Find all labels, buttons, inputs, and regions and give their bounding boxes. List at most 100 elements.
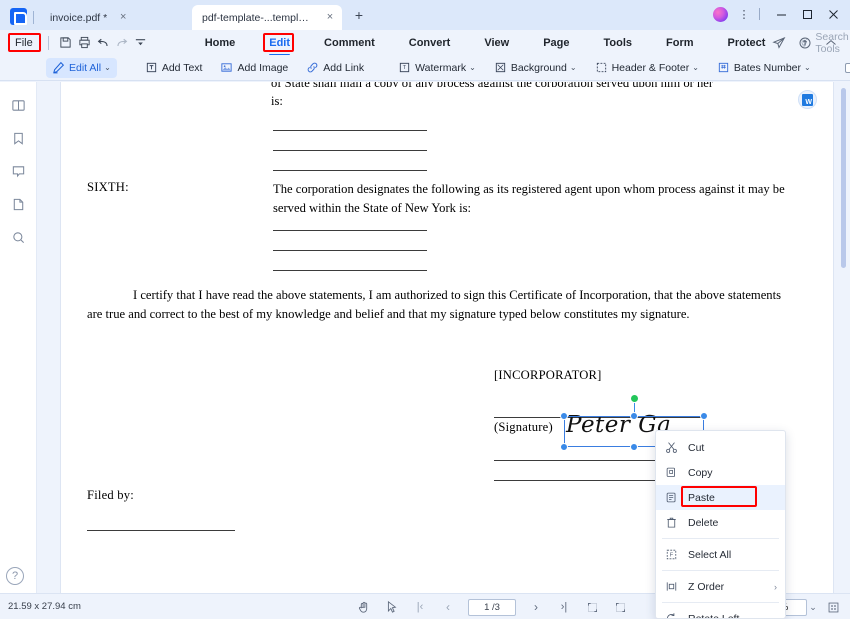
watermark-label: Watermark [415, 61, 467, 74]
fullscreen-icon[interactable] [822, 596, 844, 618]
resize-handle-bottom-left[interactable] [560, 443, 568, 451]
more-options-icon[interactable]: ⋮ [737, 8, 751, 21]
thumbnails-panel-icon[interactable] [5, 92, 31, 118]
bates-number-button[interactable]: Bates Number ⌄ [711, 58, 817, 78]
paste-icon [662, 490, 680, 506]
chevron-down-icon: ⌄ [692, 63, 699, 72]
user-avatar[interactable] [713, 6, 728, 22]
resize-handle-bottom-center[interactable] [630, 443, 638, 451]
rotate-left-icon [662, 611, 680, 618]
menu-bar: File Home Edit Comment Convert View Page… [0, 30, 850, 56]
tab-page[interactable]: Page [543, 34, 569, 52]
resize-handle-top-right[interactable] [700, 412, 708, 420]
tab-view[interactable]: View [484, 34, 509, 52]
background-button[interactable]: Background ⌄ [488, 58, 583, 78]
context-menu-item-rotate-left[interactable]: Rotate Left [656, 606, 785, 618]
document-label-filed-by: Filed by: [87, 488, 134, 502]
close-tab-icon[interactable]: × [324, 12, 336, 23]
header-footer-button[interactable]: Header & Footer ⌄ [589, 58, 705, 78]
comment-panel-icon[interactable] [5, 158, 31, 184]
maximize-button[interactable] [794, 1, 820, 27]
document-tab-label: pdf-template-...template.pdf * [202, 11, 314, 24]
context-menu-item-z-order[interactable]: Z Order › [656, 574, 785, 599]
document-text-clipped: of State shall mail a copy of any proces… [61, 82, 833, 87]
delete-icon [662, 515, 680, 531]
bates-number-label: Bates Number [733, 61, 802, 74]
rotate-handle[interactable] [630, 394, 639, 403]
context-menu-label: Delete [688, 516, 719, 529]
file-menu-button[interactable]: File [8, 36, 40, 50]
zoom-caret-icon[interactable]: ⌄ [807, 596, 819, 618]
close-tab-icon[interactable]: × [117, 12, 129, 23]
add-link-button[interactable]: Add Link [300, 58, 370, 78]
bates-number-icon [717, 61, 730, 74]
header-footer-icon [595, 61, 608, 74]
context-menu[interactable]: Cut Copy Paste Delete F Select All Z Ord… [655, 430, 786, 619]
add-link-icon [306, 61, 319, 74]
save-icon[interactable] [58, 32, 73, 54]
resize-handle-top-center[interactable] [630, 412, 638, 420]
collapse-ribbon-icon[interactable] [820, 32, 842, 54]
blank-line [87, 530, 235, 531]
customize-toolbar-icon[interactable] [133, 32, 148, 54]
cut-icon [662, 440, 680, 456]
next-page-button[interactable]: › [525, 596, 547, 618]
tab-protect[interactable]: Protect [728, 34, 766, 52]
undo-icon[interactable] [96, 32, 111, 54]
tab-home[interactable]: Home [205, 34, 236, 52]
document-label-signature: (Signature) [494, 420, 553, 434]
last-page-button[interactable]: ›| [553, 596, 575, 618]
left-sidebar: ? [0, 82, 37, 593]
tab-form[interactable]: Form [666, 34, 694, 52]
application-window: invoice.pdf * × pdf-template-...template… [0, 0, 850, 619]
context-menu-item-cut[interactable]: Cut [656, 435, 785, 460]
document-text-incorporator: [INCORPORATOR] [494, 368, 602, 382]
add-text-button[interactable]: Add Text [139, 58, 209, 78]
add-image-button[interactable]: Add Image [214, 58, 294, 78]
minimize-button[interactable] [768, 1, 794, 27]
cloud-upload-icon[interactable] [794, 32, 816, 54]
search-panel-icon[interactable] [5, 224, 31, 250]
document-text-is: is: [271, 94, 283, 108]
context-menu-item-copy[interactable]: Copy [656, 460, 785, 485]
page-panel-icon[interactable] [5, 191, 31, 217]
bookmark-panel-icon[interactable] [5, 125, 31, 151]
header-footer-label: Header & Footer [611, 61, 690, 74]
read-mode-toggle[interactable]: Read [839, 58, 850, 78]
blank-line [273, 150, 427, 151]
share-icon[interactable] [768, 32, 790, 54]
print-icon[interactable] [77, 32, 92, 54]
tab-edit[interactable]: Edit [269, 34, 290, 56]
context-menu-label: Z Order [688, 580, 725, 593]
page-number-input[interactable]: 1 /3 [468, 598, 516, 616]
redo-icon[interactable] [114, 32, 129, 54]
resize-handle-top-left[interactable] [560, 412, 568, 420]
help-button[interactable]: ? [6, 567, 24, 585]
edit-all-label: Edit All [69, 61, 102, 74]
prev-page-button[interactable]: ‹ [437, 596, 459, 618]
first-page-button[interactable]: |‹ [409, 596, 431, 618]
word-glyph: W [802, 93, 813, 106]
context-menu-item-select-all[interactable]: F Select All [656, 542, 785, 567]
single-page-icon[interactable] [609, 596, 631, 618]
close-button[interactable] [820, 1, 846, 27]
tab-convert[interactable]: Convert [409, 34, 451, 52]
edit-all-button[interactable]: Edit All ⌄ [46, 57, 117, 78]
fit-page-icon[interactable] [581, 596, 603, 618]
blank-line [273, 130, 427, 131]
tab-separator [33, 11, 34, 24]
context-menu-item-paste[interactable]: Paste [656, 485, 785, 510]
watermark-button[interactable]: T Watermark ⌄ [392, 58, 482, 78]
context-menu-item-delete[interactable]: Delete [656, 510, 785, 535]
document-tab-pdf-template[interactable]: pdf-template-...template.pdf * × [192, 5, 342, 30]
tab-comment[interactable]: Comment [324, 34, 375, 52]
read-checkbox[interactable] [844, 62, 850, 73]
document-tab-invoice[interactable]: invoice.pdf * × [40, 5, 192, 30]
select-tool-icon[interactable] [381, 596, 403, 618]
tab-tools[interactable]: Tools [604, 34, 633, 52]
new-tab-button[interactable]: + [348, 5, 370, 27]
vertical-scrollbar[interactable] [841, 88, 846, 268]
background-label: Background [510, 61, 567, 74]
hand-tool-icon[interactable] [353, 596, 375, 618]
word-export-icon[interactable]: W [798, 90, 817, 109]
